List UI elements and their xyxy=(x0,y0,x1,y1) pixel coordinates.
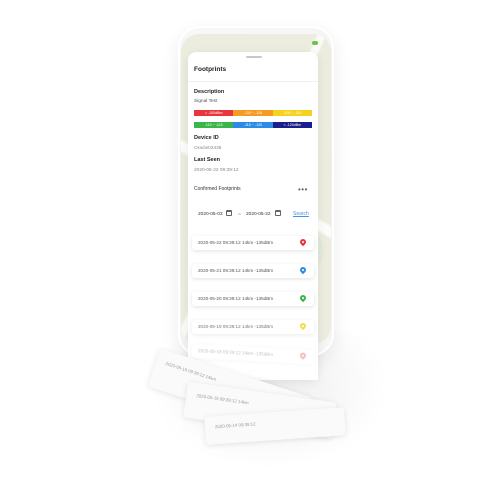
search-button[interactable]: Search xyxy=(293,211,309,217)
device-id-value: Oracle02436 xyxy=(194,146,222,151)
more-icon[interactable]: ••• xyxy=(298,185,308,194)
legend-item: -100 ~ -110 xyxy=(272,110,312,116)
paper-text: 2020-05-16 09:39:12 14km xyxy=(164,360,217,382)
device-id-label: Device ID xyxy=(194,135,219,141)
footprint-row[interactable]: 2020-05-20 09:39:12 14km -135dBm xyxy=(192,292,314,306)
footprints-sheet: Footprints Description Signal Test > -10… xyxy=(188,52,318,380)
calendar-icon[interactable] xyxy=(226,210,232,216)
footprint-row[interactable]: 2020-05-22 09:39:12 14km -135dBm xyxy=(192,236,314,250)
legend-item: -110 ~ -115 xyxy=(194,122,234,128)
battery-icon xyxy=(312,41,318,45)
footprint-row-text: 2020-05-21 09:39:12 14km -135dBm xyxy=(198,268,274,273)
location-pin-icon[interactable] xyxy=(298,237,308,247)
paper-text: 2020-05-14 09:39:12 xyxy=(214,421,256,430)
drag-handle[interactable] xyxy=(246,56,262,58)
location-pin-icon[interactable] xyxy=(298,265,308,275)
signal-test-label: Signal Test xyxy=(194,99,218,104)
description-label: Description xyxy=(194,89,225,95)
sheet-title: Footprints xyxy=(194,66,227,73)
calendar-icon[interactable] xyxy=(275,210,281,216)
footprint-row-text: 2020-05-22 09:39:12 14km -135dBm xyxy=(198,240,274,245)
last-seen-label: Last Seen xyxy=(194,157,220,163)
location-pin-icon[interactable] xyxy=(298,293,308,303)
date-separator: ~ xyxy=(238,212,241,218)
date-from-field[interactable]: 2020-05-03 xyxy=(198,212,223,217)
footprint-row-text: 2020-05-20 09:39:12 14km -135dBm xyxy=(198,296,274,301)
date-to-field[interactable]: 2020-05-22 xyxy=(246,212,271,217)
legend-item: < -120dBm xyxy=(272,122,312,128)
signal-legend-row-1: > -100dBm -110 ~ -115 -100 ~ -110 xyxy=(194,110,312,116)
paper-text: 2020-05-15 09:39:12 14km xyxy=(196,393,249,406)
signal-legend-row-2: -110 ~ -115 -115 ~ -120 < -120dBm xyxy=(194,122,312,128)
confirmed-footprints-label: Confirmed Footprints xyxy=(194,186,241,192)
legend-item: > -100dBm xyxy=(194,110,234,116)
footprint-row[interactable]: 2020-05-21 09:39:12 14km -135dBm xyxy=(192,264,314,278)
divider xyxy=(188,81,318,82)
legend-item: -110 ~ -115 xyxy=(233,110,273,116)
legend-item: -115 ~ -120 xyxy=(233,122,273,128)
last-seen-value: 2020-05-22 09:39:12 xyxy=(194,168,239,173)
